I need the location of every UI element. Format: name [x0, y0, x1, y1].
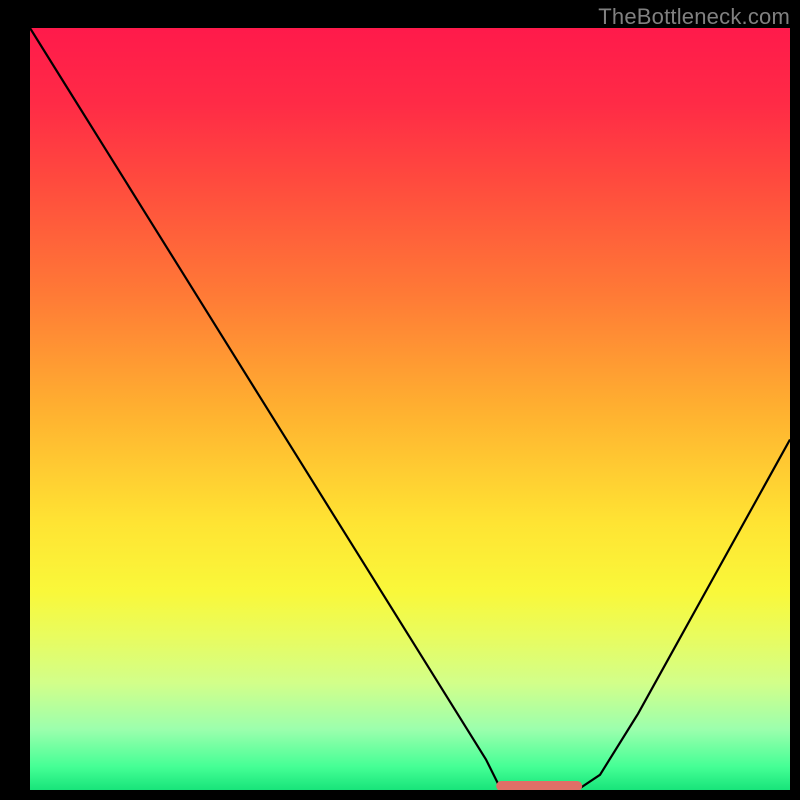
chart-canvas: [0, 0, 800, 800]
gradient-background: [30, 28, 790, 790]
chart-frame: TheBottleneck.com: [0, 0, 800, 800]
watermark-label: TheBottleneck.com: [598, 4, 790, 30]
